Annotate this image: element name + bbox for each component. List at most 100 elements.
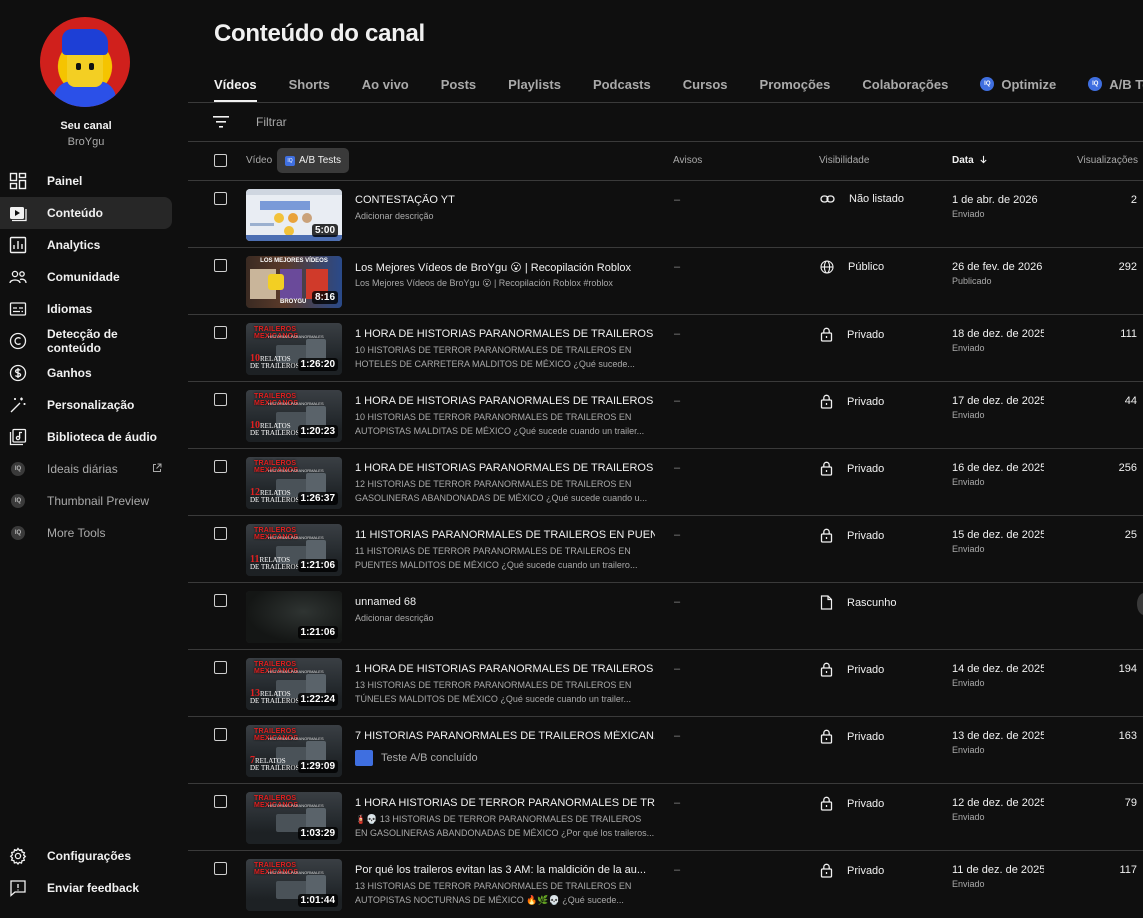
video-thumbnail[interactable]: 5:00 bbox=[246, 189, 342, 241]
tab-colabora-es[interactable]: Colaborações bbox=[862, 66, 948, 102]
channel-handle: BroYgu bbox=[67, 136, 105, 148]
visibility-selector[interactable]: Privado bbox=[820, 863, 884, 878]
sidebar-item-configura-es[interactable]: Configurações bbox=[0, 840, 172, 872]
table-row[interactable]: 1:21:06 unnamed 68 Adicionar descrição – Ras… bbox=[188, 582, 1143, 650]
sidebar-item-conte-do[interactable]: Conteúdo bbox=[0, 197, 172, 229]
filter-input[interactable]: Filtrar bbox=[256, 115, 287, 129]
video-title[interactable]: Por qué los traileros evitan las 3 AM: l… bbox=[355, 864, 655, 876]
sidebar-item-analytics[interactable]: Analytics bbox=[0, 229, 172, 261]
warnings-value: – bbox=[674, 261, 681, 273]
thumb-subbrand: HISTORIAS PARANORMALES bbox=[268, 803, 324, 808]
video-title[interactable]: CONTESTAÇÃO YT bbox=[355, 194, 655, 206]
video-thumbnail[interactable]: TRAILEROS MEXICANOS HISTORIAS PARANORMALE… bbox=[246, 658, 342, 710]
table-row[interactable]: TRAILEROS MEXICANOS HISTORIAS PARANORMALE… bbox=[188, 783, 1143, 851]
tab-shorts[interactable]: Shorts bbox=[289, 66, 330, 102]
video-thumbnail[interactable]: TRAILEROS MEXICANOS HISTORIAS PARANORMALE… bbox=[246, 524, 342, 576]
tab-a-b-tests[interactable]: IQ A/B Tests bbox=[1088, 66, 1143, 102]
visibility-selector[interactable]: Privado bbox=[820, 796, 884, 811]
video-title[interactable]: 1 HORA DE HISTORIAS PARANORMALES DE TRAI… bbox=[355, 663, 655, 675]
visibility-selector[interactable]: Privado bbox=[820, 528, 884, 543]
sidebar-item-painel[interactable]: Painel bbox=[0, 165, 172, 197]
row-checkbox[interactable] bbox=[214, 594, 227, 607]
video-title[interactable]: Los Mejores Vídeos de BroYgu 😮 | Recopil… bbox=[355, 261, 655, 274]
row-checkbox[interactable] bbox=[214, 393, 227, 406]
table-row[interactable]: 5:00 CONTESTAÇÃO YT Adicionar descrição – Nã… bbox=[188, 180, 1143, 248]
video-description: Adicionar descrição bbox=[355, 211, 434, 221]
tab-playlists[interactable]: Playlists bbox=[508, 66, 561, 102]
visibility-selector[interactable]: Privado bbox=[820, 729, 884, 744]
tab-podcasts[interactable]: Podcasts bbox=[593, 66, 651, 102]
channel-avatar[interactable] bbox=[40, 17, 130, 107]
visibility-selector[interactable]: Privado bbox=[820, 327, 884, 342]
row-checkbox[interactable] bbox=[214, 259, 227, 272]
sidebar-item-personaliza-o[interactable]: Personalização bbox=[0, 389, 172, 421]
row-checkbox[interactable] bbox=[214, 795, 227, 808]
video-title[interactable]: 1 HORA DE HISTORIAS PARANORMALES DE TRAI… bbox=[355, 462, 655, 474]
tab-v-deos[interactable]: Vídeos bbox=[214, 66, 257, 102]
tab-ao-vivo[interactable]: Ao vivo bbox=[362, 66, 409, 102]
video-thumbnail[interactable]: TRAILEROS MEXICANOS HISTORIAS PARANORMALE… bbox=[246, 390, 342, 442]
video-thumbnail[interactable]: TRAILEROS MEXICANOS HISTORIAS PARANORMALE… bbox=[246, 323, 342, 375]
select-all-checkbox[interactable] bbox=[214, 154, 227, 167]
row-checkbox[interactable] bbox=[214, 192, 227, 205]
row-checkbox[interactable] bbox=[214, 728, 227, 741]
video-thumbnail[interactable]: TRAILEROS MEXICANOS HISTORIAS PARANORMALE… bbox=[246, 457, 342, 509]
lock-icon bbox=[820, 394, 840, 409]
gear-icon bbox=[9, 847, 27, 865]
table-row[interactable]: TRAILEROS MEXICANOS HISTORIAS PARANORMALE… bbox=[188, 850, 1143, 918]
sidebar-item-enviar-feedback[interactable]: Enviar feedback bbox=[0, 872, 172, 904]
video-title[interactable]: 1 HORA HISTORIAS DE TERROR PARANORMALES … bbox=[355, 797, 655, 809]
sidebar-item-ganhos[interactable]: Ganhos bbox=[0, 357, 172, 389]
video-thumbnail[interactable]: LOS MEJORES VÍDEOS BROYGU 8:16 bbox=[246, 256, 342, 308]
table-row[interactable]: TRAILEROS MEXICANOS HISTORIAS PARANORMALE… bbox=[188, 448, 1143, 516]
visibility-selector[interactable]: Público bbox=[820, 260, 884, 274]
column-date[interactable]: Data bbox=[952, 155, 988, 166]
visibility-selector[interactable]: Privado bbox=[820, 394, 884, 409]
tab-promo-es[interactable]: Promoções bbox=[760, 66, 831, 102]
table-row[interactable]: TRAILEROS MEXICANOS HISTORIAS PARANORMALE… bbox=[188, 649, 1143, 717]
tab-label: Ao vivo bbox=[361, 76, 409, 92]
sidebar-item-label: Personalização bbox=[47, 398, 135, 412]
video-thumbnail[interactable]: TRAILEROS MEXICANOS HISTORIAS PARANORMALE… bbox=[246, 725, 342, 777]
table-row[interactable]: TRAILEROS MEXICANOS HISTORIAS PARANORMALE… bbox=[188, 314, 1143, 382]
audio-library-icon bbox=[9, 428, 27, 446]
video-thumbnail[interactable]: TRAILEROS MEXICANOS HISTORIAS PARANORMALE… bbox=[246, 859, 342, 911]
sidebar-item-biblioteca-de-udio[interactable]: Biblioteca de áudio bbox=[0, 421, 172, 453]
table-row[interactable]: TRAILEROS MEXICANOS HISTORIAS PARANORMALE… bbox=[188, 515, 1143, 583]
row-checkbox[interactable] bbox=[214, 862, 227, 875]
tab-label: Podcasts bbox=[592, 76, 651, 92]
visibility-selector[interactable]: Privado bbox=[820, 662, 884, 677]
video-title[interactable]: 11 HISTORIAS PARANORMALES DE TRAILEROS E… bbox=[355, 529, 655, 541]
table-row[interactable]: TRAILEROS MEXICANOS HISTORIAS PARANORMALE… bbox=[188, 716, 1143, 784]
table-row[interactable]: TRAILEROS MEXICANOS HISTORIAS PARANORMALE… bbox=[188, 381, 1143, 449]
visibility-selector[interactable]: Privado bbox=[820, 461, 884, 476]
sidebar-item-more-tools[interactable]: IQ More Tools bbox=[0, 517, 172, 549]
sidebar-nav-bottom: Configurações Enviar feedback bbox=[0, 840, 180, 904]
row-checkbox[interactable] bbox=[214, 326, 227, 339]
video-thumbnail[interactable]: 1:21:06 bbox=[246, 591, 342, 643]
visibility-selector[interactable]: Rascunho bbox=[820, 595, 897, 610]
tab-posts[interactable]: Posts bbox=[441, 66, 476, 102]
video-thumbnail[interactable]: TRAILEROS MEXICANOS HISTORIAS PARANORMALE… bbox=[246, 792, 342, 844]
sidebar-item-detec-o-de-conte-do[interactable]: Detecção de conteúdo bbox=[0, 325, 172, 357]
row-checkbox[interactable] bbox=[214, 527, 227, 540]
sidebar-item-idiomas[interactable]: Idiomas bbox=[0, 293, 172, 325]
tab-cursos[interactable]: Cursos bbox=[683, 66, 728, 102]
ab-tests-chip[interactable]: IQ A/B Tests bbox=[277, 148, 350, 173]
video-title[interactable]: 7 HISTORIAS PARANORMALES DE TRAILEROS MÉ… bbox=[355, 730, 655, 742]
sidebar-item-comunidade[interactable]: Comunidade bbox=[0, 261, 172, 293]
sidebar-item-thumbnail-preview[interactable]: IQ Thumbnail Preview bbox=[0, 485, 172, 517]
video-views: 44 bbox=[1124, 395, 1137, 407]
video-title[interactable]: 1 HORA DE HISTORIAS PARANORMALES DE TRAI… bbox=[355, 395, 655, 407]
tab-optimize[interactable]: IQ Optimize bbox=[980, 66, 1056, 102]
sidebar-item-ideais-di-rias[interactable]: IQ Ideais diárias bbox=[0, 453, 172, 485]
video-title[interactable]: 1 HORA DE HISTORIAS PARANORMALES DE TRAI… bbox=[355, 328, 655, 340]
filter-icon[interactable] bbox=[212, 115, 230, 129]
video-title[interactable]: unnamed 68 bbox=[355, 596, 655, 608]
visibility-label: Privado bbox=[847, 663, 885, 676]
table-row[interactable]: LOS MEJORES VÍDEOS BROYGU 8:16 Los Mejores … bbox=[188, 247, 1143, 315]
visibility-selector[interactable]: Não listado bbox=[820, 193, 904, 205]
row-checkbox[interactable] bbox=[214, 460, 227, 473]
row-checkbox[interactable] bbox=[214, 661, 227, 674]
video-date: 13 de dez. de 2025 bbox=[952, 730, 1044, 742]
